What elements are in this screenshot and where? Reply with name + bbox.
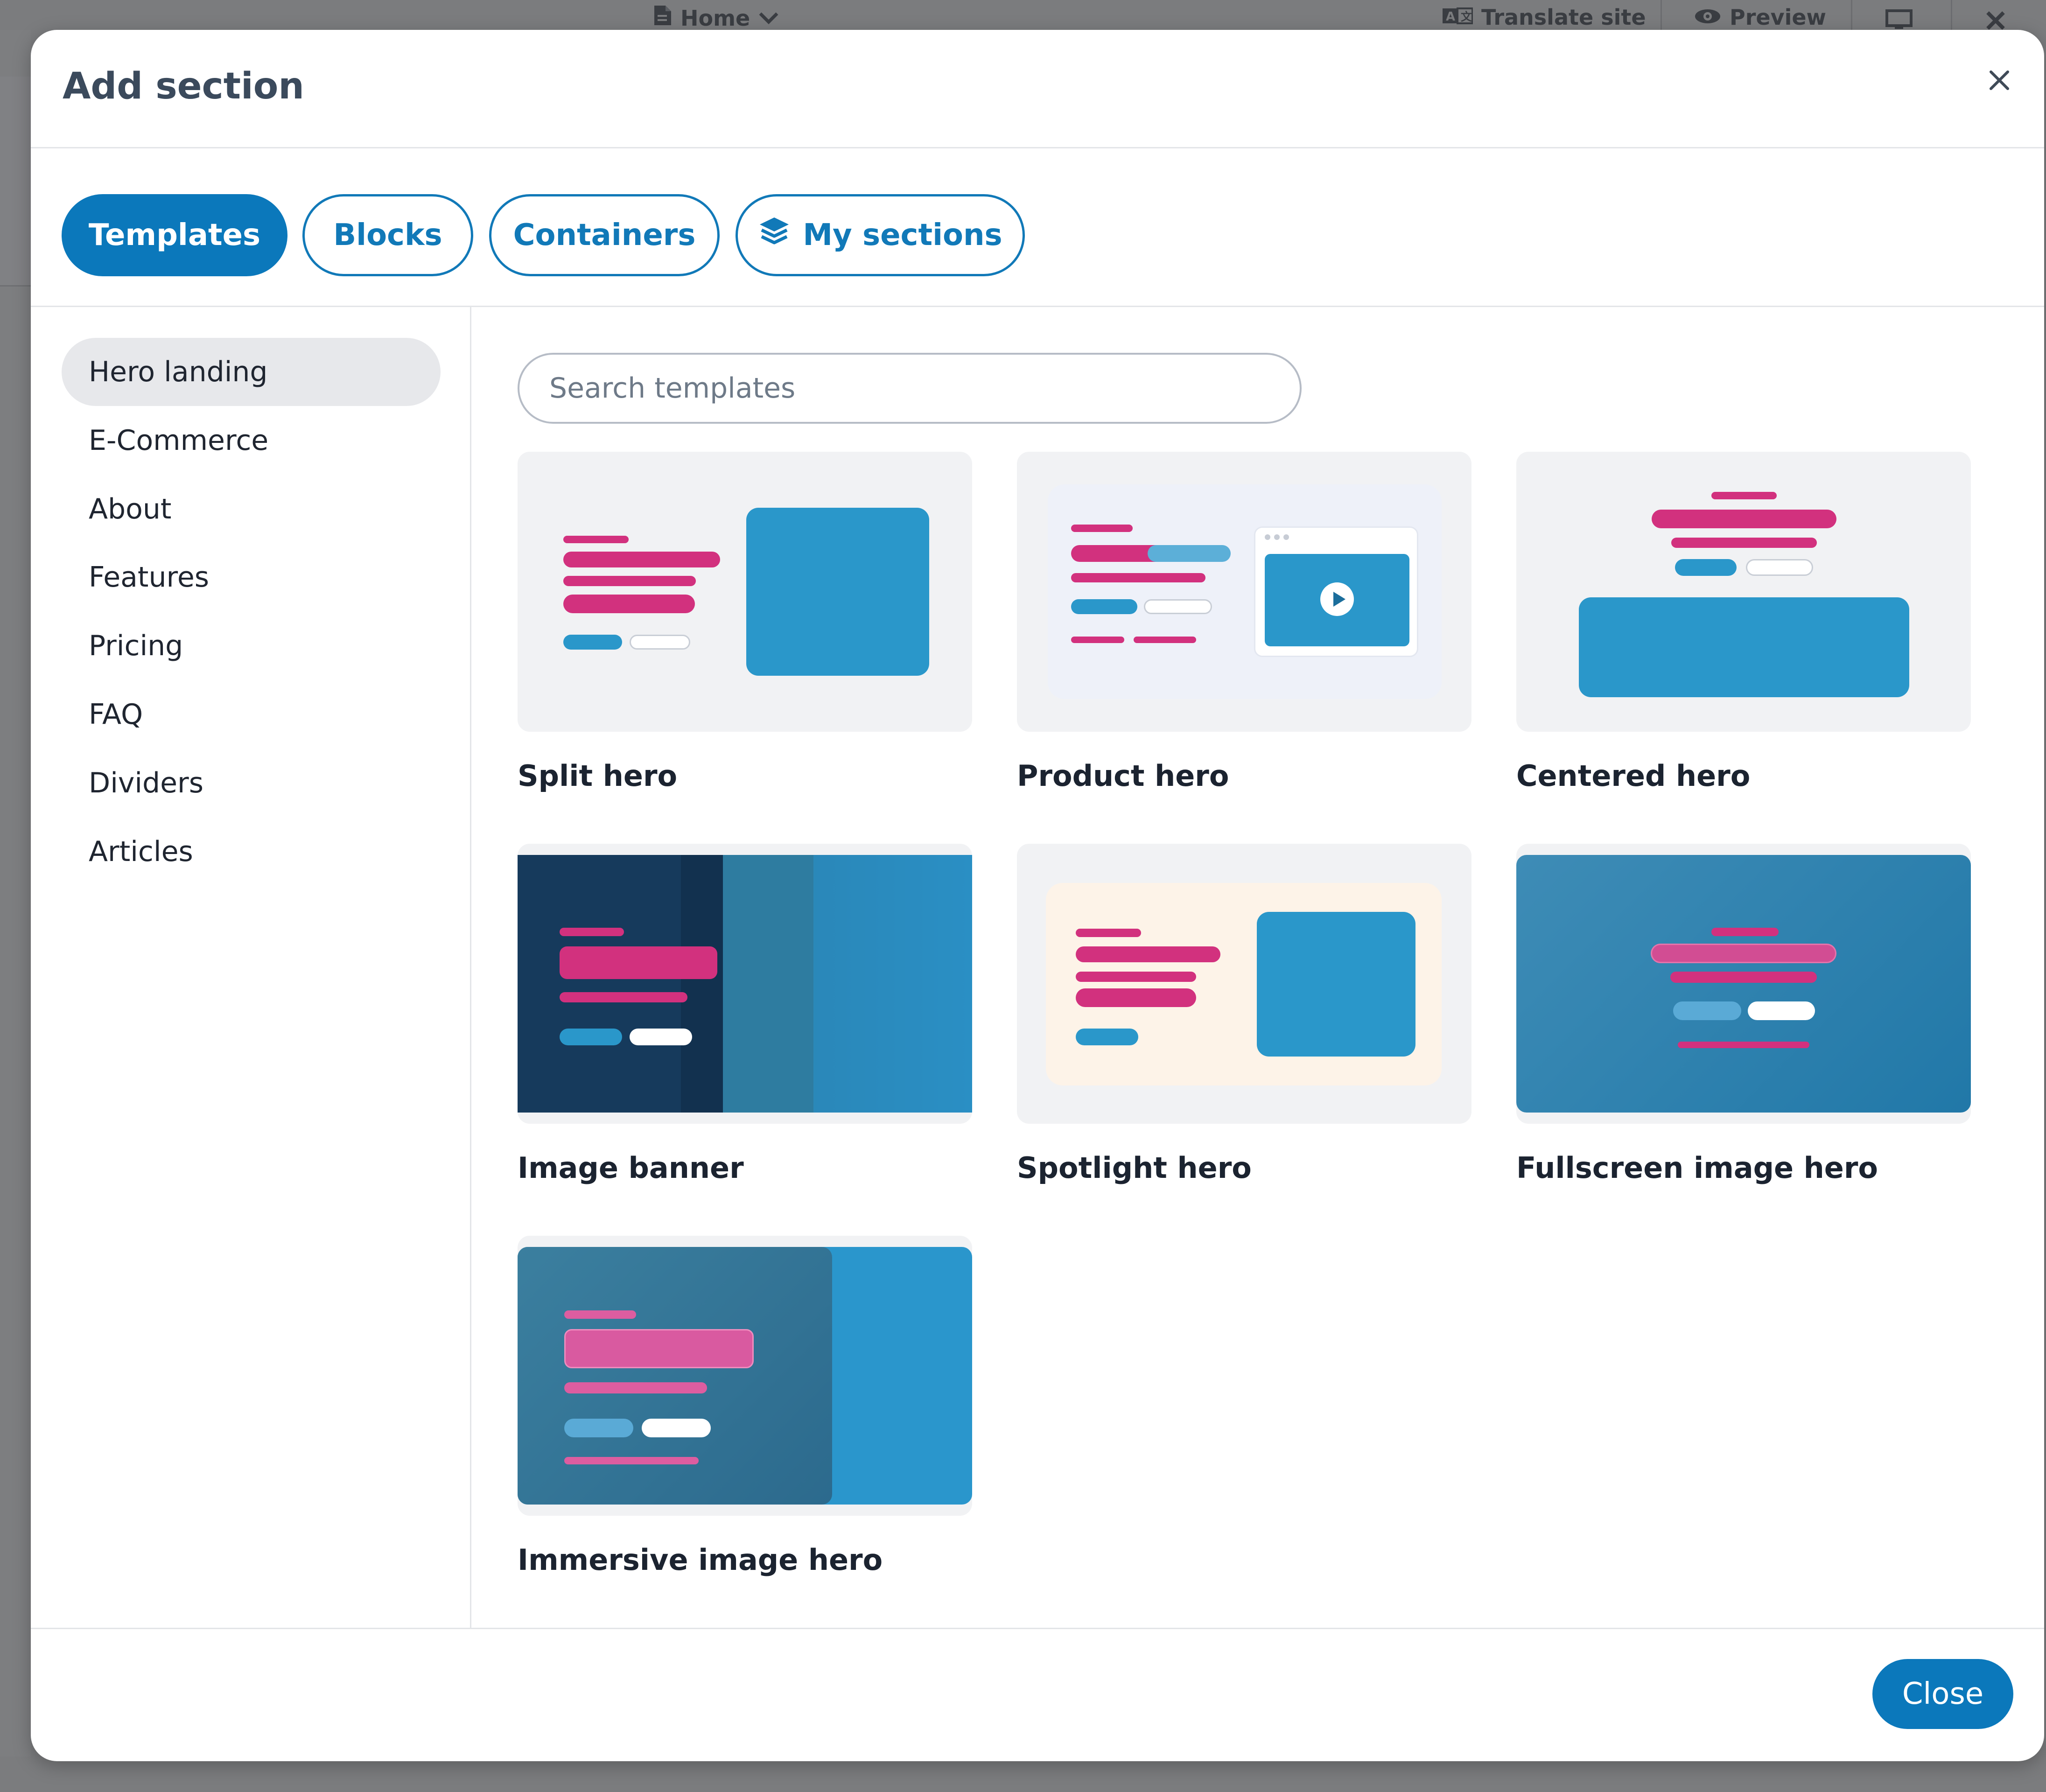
sidebar-item-features[interactable]: Features [62, 543, 441, 611]
page-selector-label: Home [680, 5, 750, 31]
category-sidebar: Hero landing E-Commerce About Features P… [31, 307, 471, 1628]
close-button[interactable]: Close [1872, 1659, 2013, 1729]
modal-close-button[interactable] [1981, 63, 2018, 100]
sidebar-item-label: Pricing [89, 630, 183, 662]
tab-blocks[interactable]: Blocks [302, 194, 473, 276]
template-card-split-hero[interactable]: Split hero [518, 452, 972, 793]
tab-label: Templates [88, 218, 261, 252]
app-left-strip [0, 30, 31, 1757]
section-type-tabs: Templates Blocks Containers My sections [31, 148, 2044, 307]
templates-panel: Split hero [473, 307, 2044, 1628]
close-icon [1988, 69, 2011, 93]
eye-icon [1694, 5, 1721, 30]
tab-containers[interactable]: Containers [489, 194, 720, 276]
topbar-divider [1851, 0, 1852, 30]
template-card-fullscreen-image-hero[interactable]: Fullscreen image hero [1516, 844, 1971, 1185]
translate-icon: A文 [1442, 5, 1473, 30]
preview-button[interactable]: Preview [1694, 5, 1826, 30]
svg-text:A: A [1446, 10, 1455, 24]
template-card-label: Split hero [518, 759, 678, 793]
search-input[interactable] [518, 353, 1302, 424]
topbar-divider [1951, 0, 1952, 30]
layers-icon [758, 216, 791, 254]
sidebar-item-label: Dividers [89, 767, 203, 799]
template-card-label: Spotlight hero [1017, 1151, 1252, 1185]
template-card-centered-hero[interactable]: Centered hero [1516, 452, 1971, 793]
app-topbar: Home A文 Translate site Preview [0, 0, 2046, 31]
template-preview [518, 1236, 972, 1516]
sidebar-item-faq[interactable]: FAQ [62, 680, 441, 749]
sidebar-item-articles[interactable]: Articles [62, 818, 441, 886]
document-icon [653, 5, 672, 31]
add-section-modal: Add section Templates Blocks Containers … [31, 30, 2044, 1761]
topbar-divider [1661, 0, 1662, 30]
modal-footer: Close [31, 1628, 2044, 1761]
sidebar-item-label: Articles [89, 835, 193, 868]
sidebar-item-label: E-Commerce [89, 424, 269, 457]
sidebar-item-label: About [89, 493, 172, 525]
template-preview [518, 452, 972, 732]
tab-label: Containers [513, 218, 696, 252]
svg-text:文: 文 [1461, 10, 1472, 23]
modal-title: Add section [63, 65, 304, 107]
template-preview [1017, 844, 1471, 1124]
template-card-label: Image banner [518, 1151, 744, 1185]
template-preview [1017, 452, 1471, 732]
template-card-immersive-image-hero[interactable]: Immersive image hero [518, 1236, 972, 1577]
sidebar-item-label: Hero landing [89, 356, 268, 388]
sidebar-item-hero-landing[interactable]: Hero landing [62, 338, 441, 406]
translate-site-button[interactable]: A文 Translate site [1442, 5, 1646, 30]
template-card-label: Immersive image hero [518, 1543, 883, 1577]
template-preview [518, 844, 972, 1124]
template-preview [1516, 452, 1971, 732]
page-selector[interactable]: Home [653, 5, 779, 31]
template-card-label: Product hero [1017, 759, 1229, 793]
sidebar-item-label: FAQ [89, 698, 143, 731]
tab-label: Blocks [333, 218, 442, 252]
template-card-image-banner[interactable]: Image banner [518, 844, 972, 1185]
sidebar-item-label: Features [89, 561, 209, 594]
sidebar-item-dividers[interactable]: Dividers [62, 749, 441, 817]
sidebar-item-e-commerce[interactable]: E-Commerce [62, 406, 441, 475]
tab-templates[interactable]: Templates [62, 194, 287, 276]
preview-label: Preview [1730, 5, 1827, 30]
modal-header: Add section [31, 30, 2044, 148]
tab-my-sections[interactable]: My sections [736, 194, 1025, 276]
sidebar-item-about[interactable]: About [62, 475, 441, 543]
chevron-down-icon [758, 6, 779, 31]
play-icon [1318, 581, 1356, 620]
template-preview [1516, 844, 1971, 1124]
translate-site-label: Translate site [1481, 5, 1646, 30]
template-card-spotlight-hero[interactable]: Spotlight hero [1017, 844, 1471, 1185]
sidebar-item-pricing[interactable]: Pricing [62, 612, 441, 680]
template-card-label: Centered hero [1516, 759, 1751, 793]
template-card-product-hero[interactable]: Product hero [1017, 452, 1471, 793]
template-card-label: Fullscreen image hero [1516, 1151, 1878, 1185]
tab-label: My sections [803, 218, 1002, 252]
